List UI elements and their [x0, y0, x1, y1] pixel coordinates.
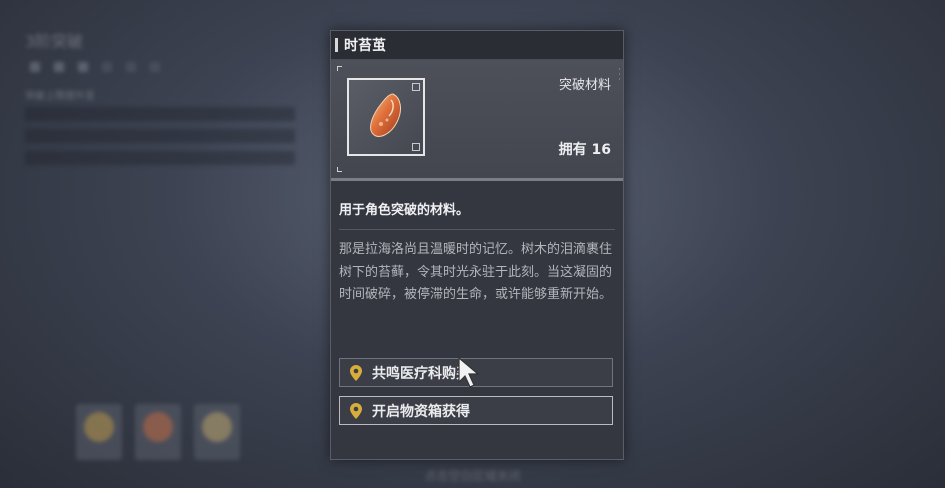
- star-icon: [78, 62, 88, 72]
- material-slot[interactable]: [76, 404, 122, 460]
- star-icon: [126, 62, 136, 72]
- source-label: 开启物资箱获得: [372, 403, 470, 420]
- frame-corner: [337, 167, 342, 172]
- source-supply-box-button[interactable]: 开启物资箱获得: [339, 396, 613, 425]
- item-lore: 那是拉海洛尚且温暖时的记忆。树木的泪滴裹住树下的苔藓，令其时光永驻于此刻。当这凝…: [339, 242, 613, 302]
- location-pin-icon: [350, 364, 362, 381]
- breakthrough-title: 3阶突破: [25, 32, 84, 51]
- star-icon: [150, 62, 160, 72]
- mouse-cursor-icon: [458, 356, 480, 388]
- item-detail-panel: 时苔茧 突破材料 · · · 拥有 16 用于角色突破的材料。 那是拉海洛尚且温…: [330, 30, 624, 460]
- location-pin-icon: [350, 402, 362, 419]
- stat-row: [25, 151, 295, 165]
- item-name: 时苔茧: [344, 38, 386, 54]
- item-overview: 突破材料 · · · 拥有 16: [331, 60, 623, 181]
- material-icon: [202, 412, 232, 442]
- item-usage: 用于角色突破的材料。: [339, 203, 470, 218]
- material-slot[interactable]: [194, 404, 240, 460]
- more-dots-icon: · · ·: [618, 65, 621, 85]
- panel-header: 时苔茧: [331, 31, 623, 60]
- breakthrough-subtitle: 突破上限提升至: [25, 91, 95, 102]
- star-icon: [30, 62, 40, 72]
- material-icon: [84, 412, 114, 442]
- star-icon: [54, 62, 64, 72]
- star-row: [30, 62, 160, 72]
- close-hint[interactable]: 点击空白区域关闭: [0, 467, 945, 484]
- material-icon: [143, 412, 173, 442]
- item-category: 突破材料: [558, 78, 611, 93]
- frame-corner: [412, 143, 420, 151]
- star-icon: [102, 62, 112, 72]
- amber-gem-icon: [370, 93, 401, 137]
- divider: [339, 229, 615, 230]
- frame-corner: [337, 66, 342, 71]
- material-slot[interactable]: [135, 404, 181, 460]
- stat-row: [25, 107, 295, 121]
- stat-row: [25, 129, 295, 143]
- header-accent: [335, 38, 338, 52]
- owned-count: 拥有 16: [558, 142, 611, 158]
- item-icon-frame: [347, 78, 425, 156]
- frame-corner: [412, 83, 420, 91]
